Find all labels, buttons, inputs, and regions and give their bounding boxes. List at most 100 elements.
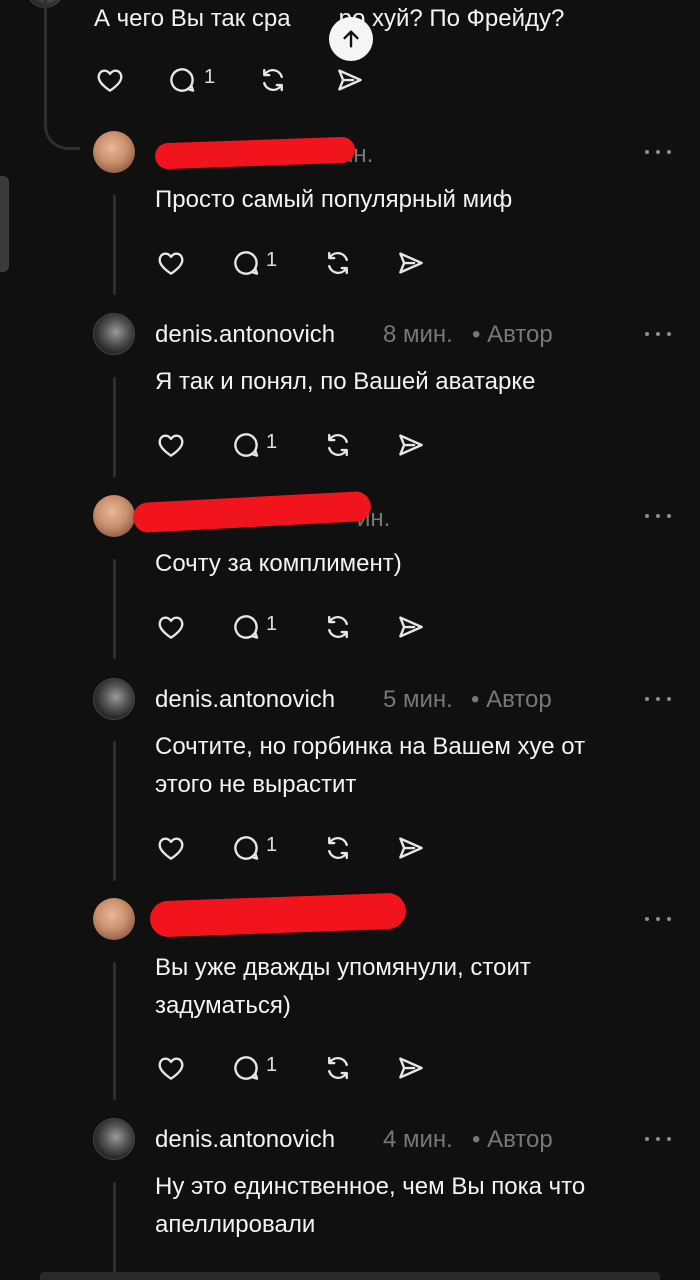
send-icon bbox=[399, 616, 423, 638]
comment-actions: 1 bbox=[151, 425, 451, 465]
share-button[interactable] bbox=[391, 828, 431, 868]
thread-line bbox=[113, 962, 116, 1100]
heart-icon bbox=[158, 1057, 184, 1080]
thread-line bbox=[113, 741, 116, 881]
scroll-to-top-button[interactable] bbox=[329, 17, 373, 61]
heart-icon bbox=[158, 837, 184, 860]
comment-icon bbox=[170, 68, 195, 92]
reply-button[interactable] bbox=[162, 60, 202, 100]
more-button[interactable] bbox=[645, 1137, 671, 1143]
like-button[interactable] bbox=[151, 243, 191, 283]
thread-line bbox=[113, 1182, 116, 1280]
avatar[interactable] bbox=[93, 313, 135, 355]
repost-button[interactable] bbox=[318, 425, 358, 465]
thread-connector bbox=[44, 0, 80, 150]
reply-button[interactable] bbox=[226, 607, 266, 647]
comment-text-line: этого не вырастит bbox=[155, 771, 357, 798]
more-button[interactable] bbox=[645, 697, 671, 703]
heart-icon bbox=[158, 252, 184, 275]
comment-icon bbox=[234, 615, 259, 639]
top-comment-actions: 1 bbox=[90, 60, 390, 100]
more-button[interactable] bbox=[645, 150, 671, 156]
send-icon bbox=[399, 837, 423, 859]
reply-count: 1 bbox=[266, 834, 278, 856]
comment-text-line: Сочтите, но горбинка на Вашем хуе от bbox=[155, 733, 586, 760]
avatar[interactable] bbox=[93, 898, 135, 940]
avatar[interactable] bbox=[93, 1118, 135, 1160]
reply-count: 1 bbox=[266, 431, 278, 453]
reply-button[interactable] bbox=[226, 425, 266, 465]
comment-icon bbox=[234, 836, 259, 860]
repost-button[interactable] bbox=[253, 60, 293, 100]
thread-line bbox=[113, 559, 116, 659]
send-icon bbox=[399, 1057, 423, 1079]
redaction-mark bbox=[154, 136, 356, 170]
share-button[interactable] bbox=[391, 425, 431, 465]
comment-icon bbox=[234, 251, 259, 275]
send-icon bbox=[399, 434, 423, 456]
like-button[interactable] bbox=[90, 60, 130, 100]
repost-button[interactable] bbox=[318, 1048, 358, 1088]
comment-text-line: Вы уже дважды упомянули, стоит bbox=[155, 954, 531, 981]
heart-icon bbox=[158, 616, 184, 639]
reply-button[interactable] bbox=[226, 1048, 266, 1088]
send-icon bbox=[399, 252, 423, 274]
comment-actions: 1 bbox=[151, 607, 451, 647]
comment-text-line: Я так и понял, по Вашей аватарке bbox=[155, 368, 536, 395]
comment-actions: 1 bbox=[151, 1048, 451, 1088]
share-button[interactable] bbox=[391, 1048, 431, 1088]
reply-button[interactable] bbox=[226, 243, 266, 283]
repost-icon bbox=[328, 615, 348, 639]
author-badge: • Автор bbox=[472, 321, 553, 348]
reply-count: 1 bbox=[266, 249, 278, 271]
like-button[interactable] bbox=[151, 1048, 191, 1088]
repost-button[interactable] bbox=[318, 243, 358, 283]
heart-icon bbox=[158, 434, 184, 457]
comment-time: 4 мин. bbox=[383, 1126, 453, 1153]
comment-actions: 1 bbox=[151, 243, 451, 283]
share-button[interactable] bbox=[391, 243, 431, 283]
share-button[interactable] bbox=[391, 607, 431, 647]
comment-text-line: задуматься) bbox=[155, 992, 291, 1019]
comment-text-line: Ну это единственное, чем Вы пока что bbox=[155, 1173, 586, 1200]
reply-button[interactable] bbox=[226, 828, 266, 868]
reply-count: 1 bbox=[266, 1054, 278, 1076]
more-button[interactable] bbox=[645, 332, 671, 338]
comment-text-line: апеллировали bbox=[155, 1211, 316, 1238]
repost-icon bbox=[328, 836, 348, 860]
comment-author[interactable]: denis.antonovich bbox=[155, 1126, 335, 1154]
comment-author[interactable]: denis.antonovich bbox=[155, 686, 335, 714]
reply-count: 1 bbox=[204, 66, 216, 88]
avatar[interactable] bbox=[93, 678, 135, 720]
comment-time: 8 мин. bbox=[383, 321, 453, 348]
repost-icon bbox=[263, 68, 283, 92]
comment-author[interactable]: denis.antonovich bbox=[155, 321, 335, 349]
author-badge: • Автор bbox=[472, 1126, 553, 1153]
bottom-navigation-edge bbox=[40, 1272, 660, 1280]
repost-icon bbox=[328, 251, 348, 275]
comment-text-line: Сочту за комплимент) bbox=[155, 550, 402, 577]
comment-icon bbox=[234, 433, 259, 457]
redaction-mark bbox=[132, 490, 372, 534]
heart-icon bbox=[97, 69, 123, 92]
reply-count: 1 bbox=[266, 613, 278, 635]
like-button[interactable] bbox=[151, 607, 191, 647]
author-badge: • Автор bbox=[471, 686, 552, 713]
more-button[interactable] bbox=[645, 917, 671, 923]
comment-icon bbox=[234, 1056, 259, 1080]
side-drawer-handle[interactable] bbox=[0, 176, 9, 272]
repost-icon bbox=[328, 433, 348, 457]
like-button[interactable] bbox=[151, 425, 191, 465]
repost-button[interactable] bbox=[318, 607, 358, 647]
repost-icon bbox=[328, 1056, 348, 1080]
share-button[interactable] bbox=[330, 60, 370, 100]
avatar[interactable] bbox=[93, 495, 135, 537]
more-button[interactable] bbox=[645, 514, 671, 520]
repost-button[interactable] bbox=[318, 828, 358, 868]
like-button[interactable] bbox=[151, 828, 191, 868]
thread-line bbox=[113, 377, 116, 477]
arrow-up-icon bbox=[343, 30, 359, 48]
comment-time: 5 мин. bbox=[383, 686, 453, 713]
avatar[interactable] bbox=[93, 131, 135, 173]
comment-actions: 1 bbox=[151, 828, 451, 868]
